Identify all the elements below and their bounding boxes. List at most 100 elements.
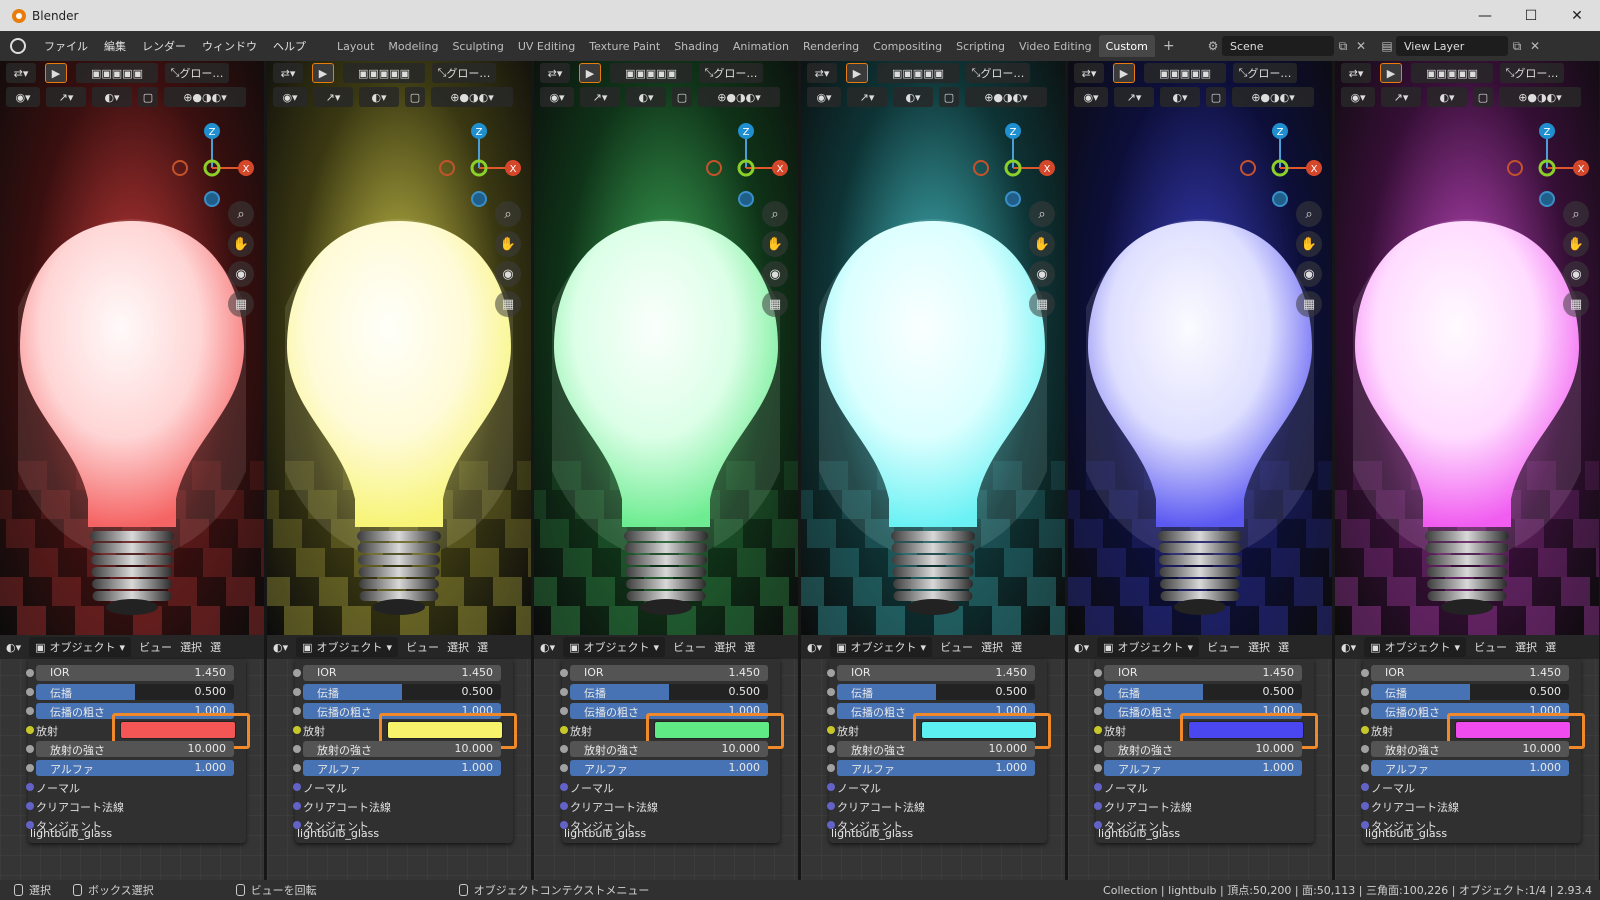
select-mode-icons[interactable]: ▣▣▣▣▣ xyxy=(343,63,425,83)
emission-strength-socket[interactable] xyxy=(560,745,568,753)
navigation-gizmo[interactable]: Z X xyxy=(168,123,258,213)
editor-type-icon[interactable]: ⇄▾ xyxy=(6,63,36,83)
transmission-slider[interactable]: 伝播 0.500 xyxy=(36,684,234,700)
alpha-socket[interactable] xyxy=(293,764,301,772)
tab-modeling[interactable]: Modeling xyxy=(381,35,445,57)
emission-strength-socket[interactable] xyxy=(26,745,34,753)
emission-strength-socket[interactable] xyxy=(1094,745,1102,753)
navigation-gizmo[interactable]: Z X xyxy=(435,123,525,213)
navigation-gizmo[interactable]: Z X xyxy=(1236,123,1326,213)
transform-orientation-dropdown[interactable]: ⤡ グロー… xyxy=(1233,63,1297,83)
emission-strength-field[interactable]: 放射の強さ 10.000 xyxy=(837,741,1035,757)
select-mode-icons[interactable]: ▣▣▣▣▣ xyxy=(610,63,692,83)
zoom-icon[interactable]: ⌕ xyxy=(1029,201,1055,227)
scene-name-field[interactable]: Scene xyxy=(1222,36,1334,56)
shader-node-editor[interactable]: ◐▾ ▣ オブジェクト ▾ ビュー 選択 選 IOR 1.450 伝播 0.500 … xyxy=(267,635,531,880)
overlay-toggle-icon[interactable]: ◐▾ xyxy=(1160,87,1200,107)
transmission-slider[interactable]: 伝播 0.500 xyxy=(303,684,501,700)
editor-type-icon[interactable]: ⇄▾ xyxy=(1341,63,1371,83)
ior-socket[interactable] xyxy=(26,669,34,677)
transmission-roughness-socket[interactable] xyxy=(1094,707,1102,715)
emission-socket[interactable] xyxy=(1361,726,1369,734)
principled-bsdf-node[interactable]: IOR 1.450 伝播 0.500 伝播の粗さ 1.000 放射 放射の強さ 10.0… xyxy=(1094,659,1318,843)
select-menu-truncated[interactable]: 選 xyxy=(210,639,221,655)
camera-icon[interactable]: ◉ xyxy=(762,261,788,287)
clearcoat-normal-socket[interactable] xyxy=(293,802,301,810)
grid-perspective-icon[interactable]: ▦ xyxy=(228,291,254,317)
maximize-button[interactable]: ☐ xyxy=(1508,0,1554,31)
alpha-socket[interactable] xyxy=(1361,764,1369,772)
editor-type-icon[interactable]: ⇄▾ xyxy=(807,63,837,83)
emission-strength-socket[interactable] xyxy=(1361,745,1369,753)
node-editor-type-icon[interactable]: ◐▾ xyxy=(807,641,822,654)
emission-socket[interactable] xyxy=(26,726,34,734)
gizmo-toggle-icon[interactable]: ↗▾ xyxy=(1114,87,1154,107)
scene-copy-icon[interactable]: ⧉ xyxy=(1334,36,1352,56)
select-tool-icon[interactable]: ▶ xyxy=(1113,63,1135,83)
grid-perspective-icon[interactable]: ▦ xyxy=(1029,291,1055,317)
ior-field[interactable]: IOR 1.450 xyxy=(1104,665,1302,681)
transform-orientation-dropdown[interactable]: ⤡ グロー… xyxy=(165,63,229,83)
tab-compositing[interactable]: Compositing xyxy=(866,35,949,57)
pan-hand-icon[interactable]: ✋ xyxy=(762,231,788,257)
menu-help[interactable]: ヘルプ xyxy=(265,38,314,54)
pan-hand-icon[interactable]: ✋ xyxy=(228,231,254,257)
select-menu[interactable]: 選択 xyxy=(714,639,736,655)
editor-divider[interactable] xyxy=(798,61,800,880)
shading-mode-icons[interactable]: ⊕●◑◐▾ xyxy=(965,87,1047,107)
menu-file[interactable]: ファイル xyxy=(36,38,96,54)
camera-icon[interactable]: ◉ xyxy=(1296,261,1322,287)
tab-custom[interactable]: Custom xyxy=(1098,35,1155,57)
scene-icon[interactable]: ⚙ xyxy=(1204,36,1222,56)
3d-viewport[interactable]: Z X ⌕ ✋ ◉ ▦ xyxy=(0,61,264,635)
tab-layout[interactable]: Layout xyxy=(330,35,381,57)
select-mode-icons[interactable]: ▣▣▣▣▣ xyxy=(877,63,959,83)
navigation-gizmo[interactable]: Z X xyxy=(969,123,1059,213)
transform-orientation-dropdown[interactable]: ⤡ グロー… xyxy=(1500,63,1564,83)
pan-hand-icon[interactable]: ✋ xyxy=(1563,231,1589,257)
object-mode-dropdown[interactable]: ▣ オブジェクト ▾ xyxy=(1097,637,1200,657)
alpha-slider[interactable]: アルファ 1.000 xyxy=(1104,760,1302,776)
zoom-icon[interactable]: ⌕ xyxy=(1296,201,1322,227)
select-menu-truncated[interactable]: 選 xyxy=(477,639,488,655)
emission-strength-field[interactable]: 放射の強さ 10.000 xyxy=(1104,741,1302,757)
blender-menu-icon[interactable] xyxy=(10,38,26,54)
clearcoat-normal-socket[interactable] xyxy=(1094,802,1102,810)
transmission-roughness-socket[interactable] xyxy=(293,707,301,715)
transmission-socket[interactable] xyxy=(1094,688,1102,696)
visibility-eye-icon[interactable]: ◉▾ xyxy=(807,87,841,107)
node-editor-type-icon[interactable]: ◐▾ xyxy=(1074,641,1089,654)
shading-mode-icons[interactable]: ⊕●◑◐▾ xyxy=(1232,87,1314,107)
shader-node-editor[interactable]: ◐▾ ▣ オブジェクト ▾ ビュー 選択 選 IOR 1.450 伝播 0.500 … xyxy=(801,635,1065,880)
principled-bsdf-node[interactable]: IOR 1.450 伝播 0.500 伝播の粗さ 1.000 放射 放射の強さ 10.0… xyxy=(26,659,250,843)
visibility-eye-icon[interactable]: ◉▾ xyxy=(1341,87,1375,107)
editor-type-icon[interactable]: ⇄▾ xyxy=(273,63,303,83)
shading-mode-icons[interactable]: ⊕●◑◐▾ xyxy=(1499,87,1581,107)
tab-uv-editing[interactable]: UV Editing xyxy=(511,35,582,57)
overlay-toggle-icon[interactable]: ◐▾ xyxy=(359,87,399,107)
pan-hand-icon[interactable]: ✋ xyxy=(495,231,521,257)
zoom-icon[interactable]: ⌕ xyxy=(228,201,254,227)
overlay-toggle-icon[interactable]: ◐▾ xyxy=(1427,87,1467,107)
menu-render[interactable]: レンダー xyxy=(134,38,194,54)
select-mode-icons[interactable]: ▣▣▣▣▣ xyxy=(1144,63,1226,83)
camera-icon[interactable]: ◉ xyxy=(228,261,254,287)
transmission-slider[interactable]: 伝播 0.500 xyxy=(570,684,768,700)
emission-strength-field[interactable]: 放射の強さ 10.000 xyxy=(570,741,768,757)
transform-orientation-dropdown[interactable]: ⤡ グロー… xyxy=(699,63,763,83)
pan-hand-icon[interactable]: ✋ xyxy=(1029,231,1055,257)
add-workspace-button[interactable]: + xyxy=(1155,35,1183,57)
shader-node-editor[interactable]: ◐▾ ▣ オブジェクト ▾ ビュー 選択 選 IOR 1.450 伝播 0.500 … xyxy=(1335,635,1599,880)
grid-perspective-icon[interactable]: ▦ xyxy=(1563,291,1589,317)
select-tool-icon[interactable]: ▶ xyxy=(846,63,868,83)
shading-mode-icons[interactable]: ⊕●◑◐▾ xyxy=(698,87,780,107)
view-menu[interactable]: ビュー xyxy=(406,639,439,655)
select-menu[interactable]: 選択 xyxy=(1515,639,1537,655)
normal-socket[interactable] xyxy=(26,783,34,791)
3d-viewport[interactable]: Z X ⌕ ✋ ◉ ▦ xyxy=(1068,61,1332,635)
select-menu-truncated[interactable]: 選 xyxy=(744,639,755,655)
editor-divider[interactable] xyxy=(264,61,266,880)
alpha-socket[interactable] xyxy=(26,764,34,772)
select-menu[interactable]: 選択 xyxy=(1248,639,1270,655)
principled-bsdf-node[interactable]: IOR 1.450 伝播 0.500 伝播の粗さ 1.000 放射 放射の強さ 10.0… xyxy=(560,659,784,843)
